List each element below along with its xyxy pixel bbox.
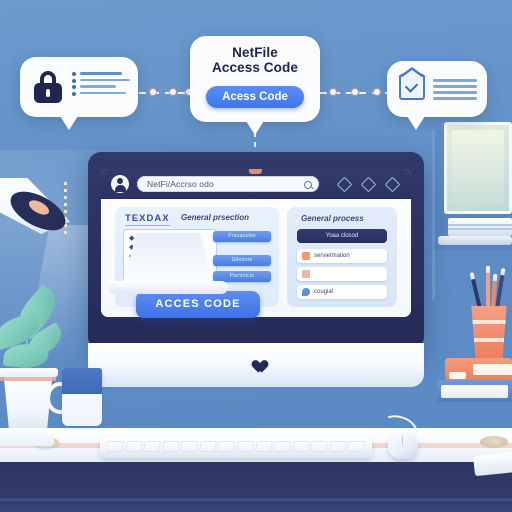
monitor-stand	[122, 233, 214, 286]
monitor-stand-base	[108, 281, 228, 294]
search-input-value: NetFi/Accrso odo	[147, 178, 214, 189]
keyboard-key[interactable]	[254, 441, 273, 452]
diamond-icon[interactable]	[336, 176, 353, 193]
connector-dot	[352, 89, 358, 95]
note-icon	[302, 252, 310, 260]
document-lines-icon	[80, 72, 132, 102]
desk-front-panel	[0, 462, 512, 512]
illustration-scene: NetFile Access Code Acess Code NetFi/Acc…	[0, 0, 512, 512]
lock-icon	[34, 71, 62, 103]
keyboard-key[interactable]	[198, 441, 217, 452]
cabinet-edge	[432, 130, 435, 300]
access-code-cta-label: ACCES CODE	[155, 298, 241, 310]
pot-rim	[0, 368, 58, 377]
primary-dark-button[interactable]: Yoaa closod	[297, 229, 387, 243]
lamp-rod	[64, 182, 67, 238]
diamond-icon[interactable]	[384, 176, 401, 193]
keyboard-key[interactable]	[106, 441, 124, 452]
paper-sheet	[473, 451, 512, 477]
list-row[interactable]	[297, 267, 387, 281]
book-blue	[437, 380, 512, 402]
shelf-books	[448, 218, 512, 236]
netfile-access-code-callout[interactable]: NetFile Access Code Acess Code	[190, 36, 320, 135]
connector-dot	[374, 89, 380, 95]
keyboard-key[interactable]	[180, 441, 199, 452]
callout-title-line2: Access Code	[212, 60, 298, 75]
keyboard-key[interactable]	[347, 441, 366, 452]
connector-dot	[330, 89, 336, 95]
keyboard[interactable]	[100, 437, 372, 458]
picture-frame-art	[452, 130, 504, 206]
heart-icon	[248, 355, 264, 370]
callout-title: NetFile Access Code	[190, 36, 320, 75]
keyboard-key[interactable]	[217, 441, 236, 452]
app-logo: TEXDAX	[125, 213, 170, 226]
coaster	[480, 436, 508, 448]
left-panel-heading: General prsection	[181, 213, 250, 222]
pencil	[486, 266, 490, 312]
connector-dot	[170, 89, 176, 95]
computer-mouse[interactable]	[388, 432, 418, 459]
list-row-label: cougial	[314, 288, 334, 295]
door-icon	[302, 270, 310, 278]
wall-shelf	[438, 236, 512, 245]
keyboard-key[interactable]	[143, 441, 162, 452]
access-code-pill-button[interactable]: Acess Code	[206, 86, 304, 108]
book-coral	[445, 358, 512, 381]
panel-button-label: Gdooore	[231, 257, 253, 263]
keyboard-key[interactable]	[124, 441, 143, 452]
connector-left	[139, 92, 191, 94]
keyboard-key[interactable]	[291, 441, 310, 452]
callout-title-line1: NetFile	[232, 45, 278, 60]
lock-document-callout[interactable]	[20, 57, 138, 130]
access-code-cta-button[interactable]: ACCES CODE	[136, 291, 260, 318]
right-panel: General process Yoaa closod servietmatio…	[287, 207, 397, 307]
search-input[interactable]: NetFi/Accrso odo	[137, 176, 319, 192]
list-bullets-icon	[72, 72, 78, 102]
mug-upper-band	[62, 368, 102, 394]
user-avatar-icon[interactable]	[111, 175, 129, 193]
panel-button[interactable]: Gdooore	[213, 255, 271, 266]
droplet-icon	[302, 288, 310, 296]
text-lines-icon	[433, 79, 477, 103]
right-panel-heading: General process	[301, 214, 364, 223]
panel-button-label: Prauquotes	[228, 233, 256, 239]
search-icon[interactable]	[304, 180, 312, 189]
panel-button[interactable]: Prauquotes	[213, 231, 271, 242]
desk-front-line	[0, 498, 512, 501]
list-row-label: servietmation	[314, 252, 350, 259]
pot-band	[0, 377, 56, 381]
primary-dark-button-label: Yoaa closod	[325, 233, 359, 239]
list-row[interactable]: cougial	[297, 285, 387, 299]
browser-tab-indicator[interactable]	[249, 169, 262, 174]
envelope-check-callout[interactable]	[387, 61, 487, 130]
connector-dot	[150, 89, 156, 95]
keyboard-key[interactable]	[161, 441, 180, 452]
keyboard-key[interactable]	[273, 441, 292, 452]
keyboard-key[interactable]	[328, 441, 347, 452]
keyboard-key[interactable]	[236, 441, 254, 452]
envelope-flap-inner	[400, 70, 423, 78]
browser-toolbar: NetFi/Accrso odo	[101, 169, 411, 199]
diamond-icon[interactable]	[360, 176, 377, 193]
list-row[interactable]: servietmation	[297, 249, 387, 263]
paper-sheet	[0, 428, 54, 446]
keyboard-key[interactable]	[310, 441, 329, 452]
